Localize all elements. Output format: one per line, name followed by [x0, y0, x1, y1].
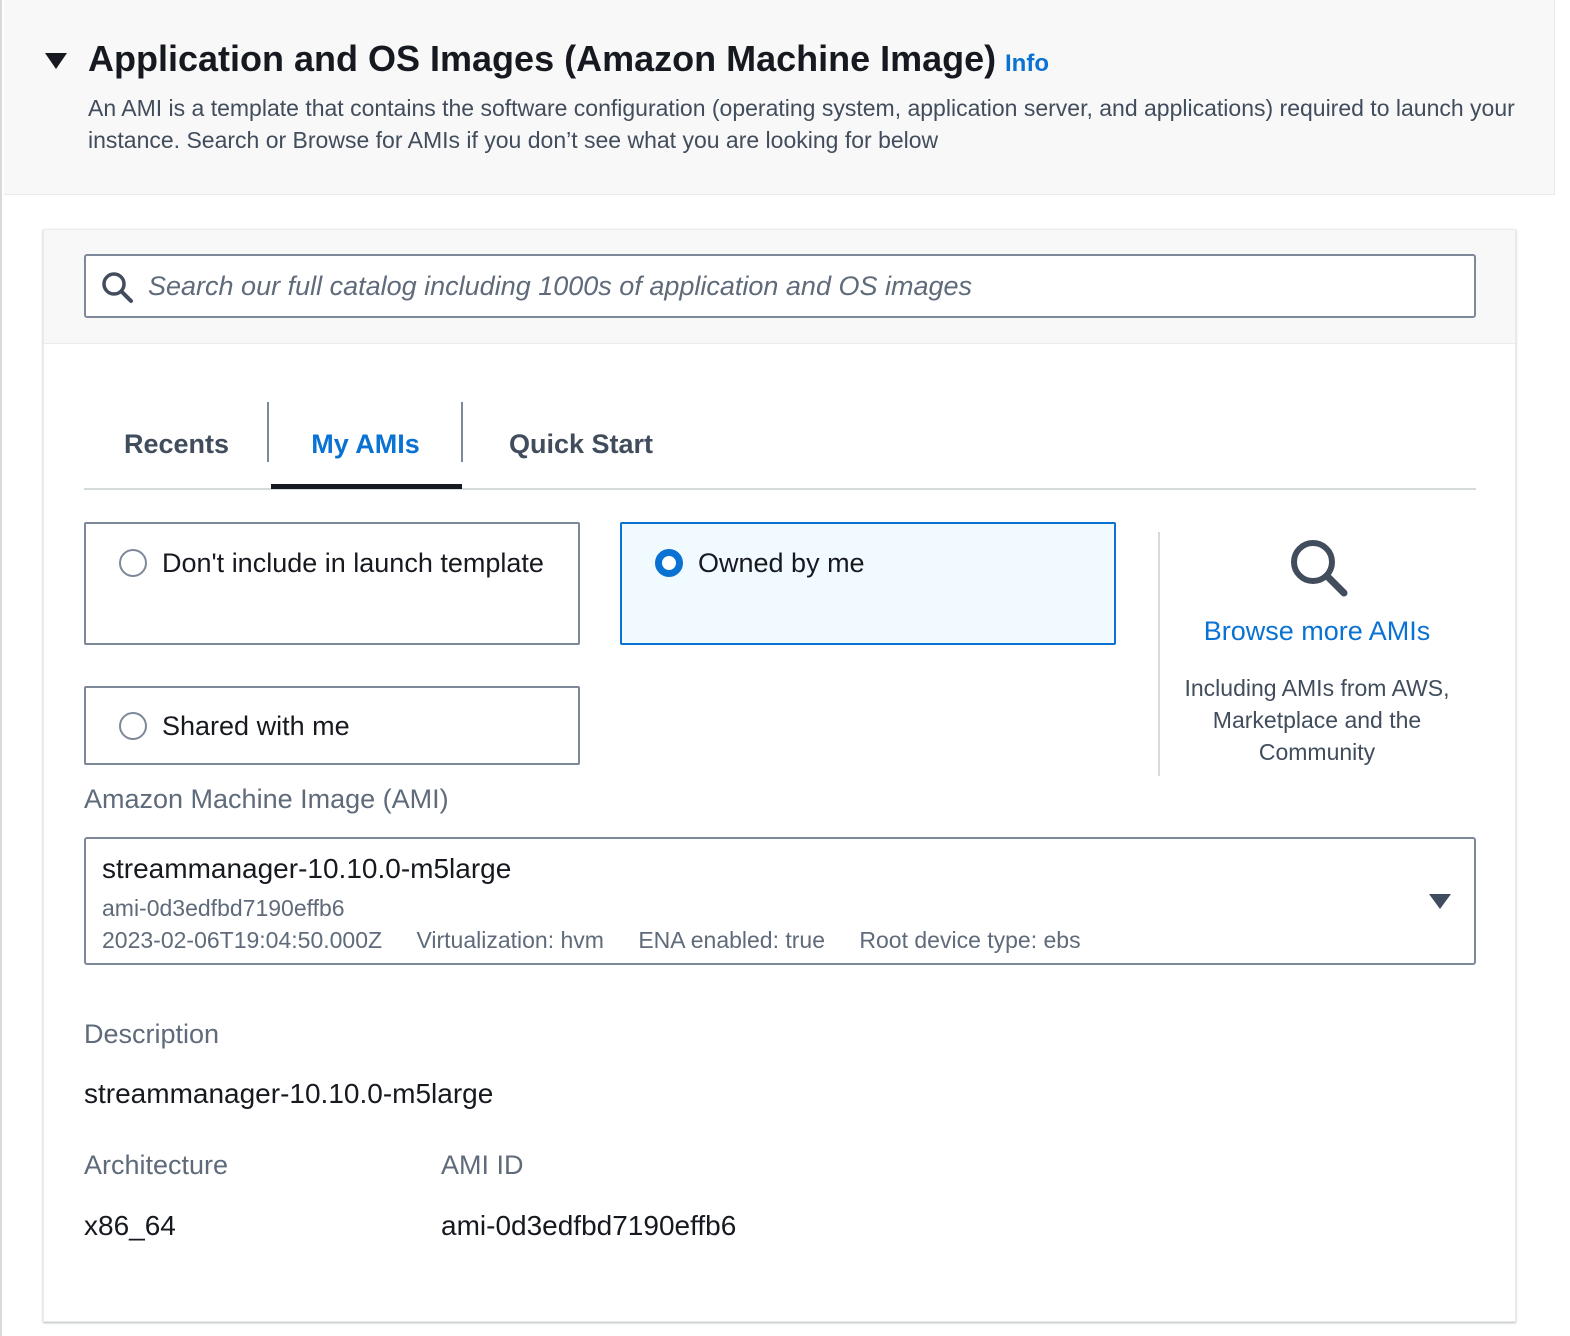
tab-quick-start[interactable]: Quick Start — [463, 400, 699, 488]
ami-selected-id: ami-0d3edfbd7190effb6 — [102, 895, 345, 921]
ami-selected-name: streammanager-10.10.0-m5large — [102, 853, 512, 884]
catalog-search-box[interactable] — [84, 254, 1476, 318]
ami-panel: Recents My AMIs Quick Start Don't includ… — [43, 229, 1516, 1322]
search-icon — [102, 272, 133, 303]
option-owned-by-me[interactable]: Owned by me — [620, 522, 1116, 645]
ami-id-value: ami-0d3edfbd7190effb6 — [441, 1210, 737, 1241]
ami-root-device: Root device type: ebs — [859, 927, 1081, 953]
description-label: Description — [84, 1019, 220, 1049]
browse-more-amis-link[interactable]: Browse more AMIs — [1174, 616, 1460, 647]
option-label: Shared with me — [162, 711, 350, 741]
section-title: Application and OS Images (Amazon Machin… — [88, 38, 997, 79]
option-dont-include[interactable]: Don't include in launch template — [84, 522, 580, 645]
ami-select-label: Amazon Machine Image (AMI) — [84, 784, 449, 814]
tab-my-amis[interactable]: My AMIs — [269, 400, 462, 488]
browse-divider — [1158, 532, 1160, 776]
browse-search-icon[interactable] — [1287, 536, 1351, 600]
browse-more-amis-subtext: Including AMIs from AWS, Marketplace and… — [1184, 675, 1450, 765]
radio-dont-include[interactable] — [119, 549, 147, 577]
ami-select-dropdown[interactable]: streammanager-10.10.0-m5large ami-0d3edf… — [84, 837, 1476, 965]
ami-selected-meta: 2023-02-06T19:04:50.000Z Virtualization:… — [102, 927, 1109, 954]
collapse-caret-icon[interactable] — [45, 53, 67, 69]
chevron-down-icon[interactable] — [1429, 894, 1451, 909]
radio-owned-by-me[interactable] — [655, 549, 683, 577]
ami-creation-date: 2023-02-06T19:04:50.000Z — [102, 927, 383, 953]
tab-recents[interactable]: Recents — [84, 400, 269, 488]
info-link[interactable]: Info — [1005, 50, 1049, 78]
ami-id-label: AMI ID — [441, 1150, 524, 1180]
option-shared-with-me[interactable]: Shared with me — [84, 686, 580, 765]
section-header: Application and OS Images (Amazon Machin… — [4, 0, 1555, 195]
architecture-value: x86_64 — [84, 1210, 176, 1241]
option-label: Owned by me — [698, 548, 865, 578]
option-label: Don't include in launch template — [162, 548, 544, 578]
catalog-search-input[interactable] — [148, 256, 1458, 316]
radio-shared-with-me[interactable] — [119, 712, 147, 740]
architecture-label: Architecture — [84, 1150, 229, 1180]
description-value: streammanager-10.10.0-m5large — [84, 1078, 494, 1109]
search-strip — [44, 230, 1515, 344]
ami-virtualization: Virtualization: hvm — [416, 927, 604, 953]
active-tab-indicator — [271, 484, 462, 489]
ami-tabs: Recents My AMIs Quick Start — [84, 400, 1476, 490]
ami-ena: ENA enabled: true — [638, 927, 826, 953]
page-frame: Application and OS Images (Amazon Machin… — [0, 0, 1570, 1336]
section-description: An AMI is a template that contains the s… — [88, 95, 1515, 153]
